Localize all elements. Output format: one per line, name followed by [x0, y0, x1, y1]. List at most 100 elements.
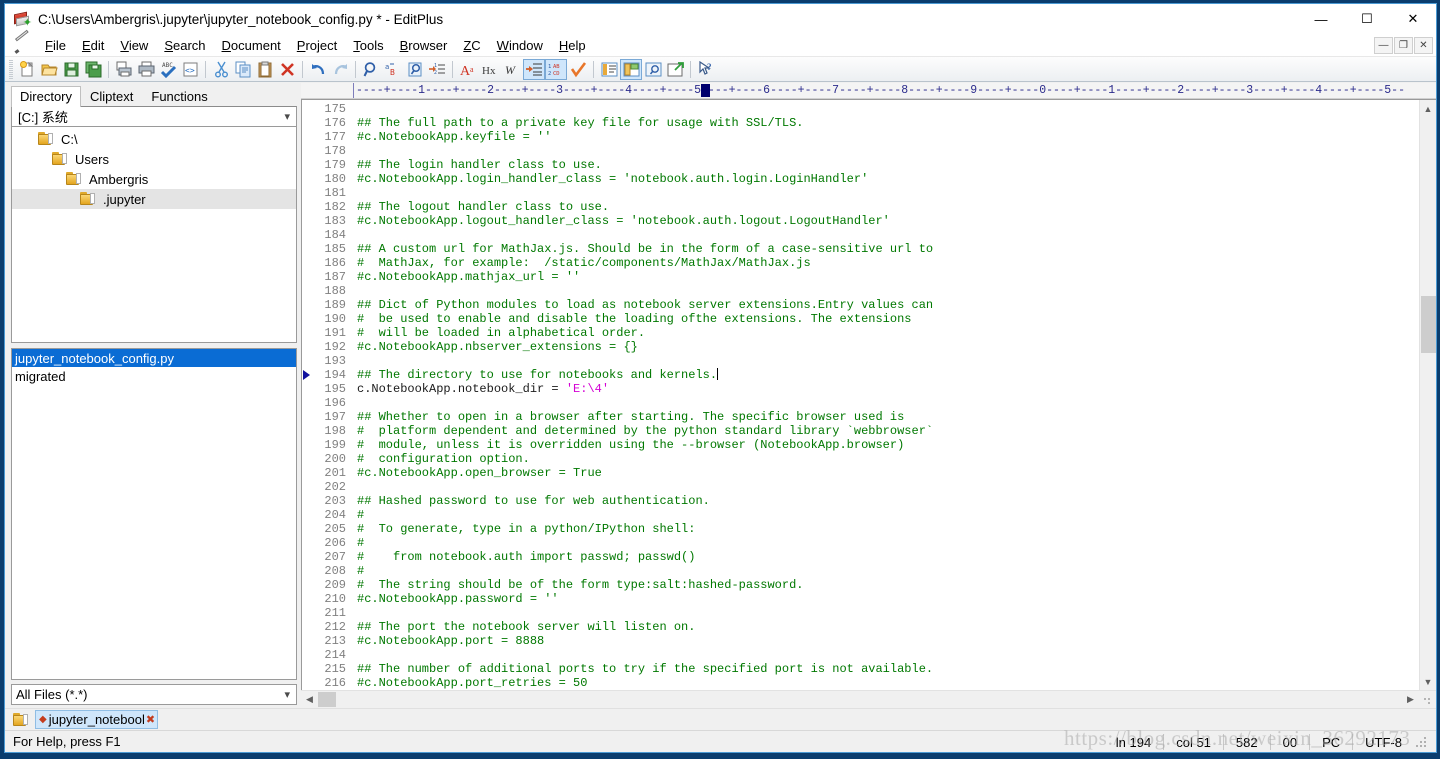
bookmark-cell[interactable] — [302, 494, 311, 508]
bookmark-cell[interactable] — [302, 592, 311, 606]
code-line[interactable]: ## The login handler class to use. — [357, 158, 1419, 172]
code-line[interactable]: ## Hashed password to use for web authen… — [357, 494, 1419, 508]
directory-tree[interactable]: C:\ Users Ambergris .jupyter — [11, 127, 297, 343]
print-icon[interactable] — [135, 59, 157, 80]
find-in-files-icon[interactable] — [404, 59, 426, 80]
code-line[interactable] — [357, 606, 1419, 620]
list-item[interactable]: migrated — [12, 367, 296, 385]
menu-browser[interactable]: Browser — [392, 36, 456, 55]
code-line[interactable] — [357, 284, 1419, 298]
bookmark-cell[interactable] — [302, 522, 311, 536]
code-line[interactable]: #c.NotebookApp.nbserver_extensions = {} — [357, 340, 1419, 354]
code-line[interactable]: # from notebook.auth import passwd; pass… — [357, 550, 1419, 564]
code-line[interactable] — [357, 186, 1419, 200]
bookmark-cell[interactable] — [302, 284, 311, 298]
code-line[interactable]: #c.NotebookApp.keyfile = '' — [357, 130, 1419, 144]
bookmark-cell[interactable] — [302, 130, 311, 144]
bookmark-cell[interactable] — [302, 508, 311, 522]
toggle-directory-icon[interactable] — [620, 58, 642, 80]
open-file-icon[interactable] — [38, 59, 60, 80]
vertical-scrollbar[interactable]: ▲ ▼ — [1419, 100, 1436, 690]
save-icon[interactable] — [60, 59, 82, 80]
bookmark-cell[interactable] — [302, 550, 311, 564]
window-close-button[interactable]: ✕ — [1390, 4, 1436, 34]
bookmark-cell[interactable] — [302, 298, 311, 312]
code-line[interactable]: ## Whether to open in a browser after st… — [357, 410, 1419, 424]
bookmark-cell[interactable] — [302, 410, 311, 424]
code-line[interactable]: c.NotebookApp.notebook_dir = 'E:\4' — [357, 382, 1419, 396]
code-line[interactable]: ## The directory to use for notebooks an… — [357, 368, 1419, 382]
window-minimize-button[interactable]: — — [1298, 4, 1344, 34]
spell-check-icon[interactable]: ABC — [157, 59, 179, 80]
replace-icon[interactable]: aB — [382, 59, 404, 80]
bookmark-cell[interactable] — [302, 200, 311, 214]
bookmark-cell[interactable] — [302, 466, 311, 480]
code-line[interactable]: # be used to enable and disable the load… — [357, 312, 1419, 326]
bookmark-cell[interactable] — [302, 242, 311, 256]
menu-edit[interactable]: Edit — [74, 36, 112, 55]
code-line[interactable]: # — [357, 564, 1419, 578]
bookmark-cell[interactable] — [302, 452, 311, 466]
bookmark-cell[interactable] — [302, 620, 311, 634]
bookmark-gutter[interactable] — [302, 100, 311, 690]
bookmark-cell[interactable] — [302, 256, 311, 270]
bookmark-cell[interactable] — [302, 354, 311, 368]
vertical-scrollbar-thumb[interactable] — [1421, 296, 1436, 353]
tree-item-c-drive[interactable]: C:\ — [12, 129, 296, 149]
paste-icon[interactable] — [254, 59, 276, 80]
chevron-up-icon[interactable]: ▲ — [1420, 100, 1436, 117]
bookmark-cell[interactable] — [302, 382, 311, 396]
drive-select[interactable]: [C:] 系统 ▾ — [11, 106, 297, 127]
toolbar-grip[interactable] — [9, 59, 13, 79]
mdi-restore-button[interactable]: ❐ — [1394, 37, 1413, 54]
bookmark-cell[interactable] — [302, 326, 311, 340]
copy-icon[interactable] — [232, 59, 254, 80]
chevron-left-icon[interactable]: ◀ — [301, 691, 318, 708]
code-line[interactable] — [357, 648, 1419, 662]
chevron-down-icon[interactable]: ▼ — [1420, 673, 1436, 690]
word-wrap-icon[interactable]: W — [501, 59, 523, 80]
code-line[interactable] — [357, 102, 1419, 116]
horizontal-scrollbar-thumb[interactable] — [318, 692, 336, 707]
code-line[interactable]: ## A custom url for MathJax.js. Should b… — [357, 242, 1419, 256]
code-line[interactable]: # To generate, type in a python/IPython … — [357, 522, 1419, 536]
line-numbers-icon[interactable]: 1 2 AB CD — [545, 58, 567, 80]
mdi-minimize-button[interactable]: — — [1374, 37, 1393, 54]
code-line[interactable]: #c.NotebookApp.logout_handler_class = 'n… — [357, 214, 1419, 228]
close-icon[interactable]: ✖ — [146, 713, 155, 726]
menu-help[interactable]: Help — [551, 36, 594, 55]
undo-icon[interactable] — [307, 59, 329, 80]
bookmark-cell[interactable] — [302, 480, 311, 494]
code-line[interactable]: #c.NotebookApp.open_browser = True — [357, 466, 1419, 480]
bookmark-cell[interactable] — [302, 186, 311, 200]
code-line[interactable]: ## The port the notebook server will lis… — [357, 620, 1419, 634]
code-line[interactable]: ## The full path to a private key file f… — [357, 116, 1419, 130]
redo-icon[interactable] — [329, 59, 351, 80]
menu-file[interactable]: File — [37, 36, 74, 55]
bookmark-cell[interactable] — [302, 662, 311, 676]
code-line[interactable]: # will be loaded in alphabetical order. — [357, 326, 1419, 340]
bookmark-cell[interactable] — [302, 172, 311, 186]
find-icon[interactable] — [360, 59, 382, 80]
bookmark-cell[interactable] — [302, 564, 311, 578]
print-preview-icon[interactable] — [113, 59, 135, 80]
output-window-icon[interactable] — [598, 59, 620, 80]
bookmark-cell[interactable] — [302, 214, 311, 228]
bookmark-cell[interactable] — [302, 578, 311, 592]
menu-window[interactable]: Window — [489, 36, 551, 55]
tab-functions[interactable]: Functions — [142, 86, 216, 107]
file-filter-select[interactable]: All Files (*.*) ▾ — [11, 684, 297, 705]
code-line[interactable]: ## The number of additional ports to try… — [357, 662, 1419, 676]
code-line[interactable] — [357, 144, 1419, 158]
code-line[interactable]: # MathJax, for example: /static/componen… — [357, 256, 1419, 270]
tab-directory[interactable]: Directory — [11, 86, 82, 107]
bookmark-cell[interactable] — [302, 634, 311, 648]
list-item[interactable]: jupyter_notebook_config.py — [12, 349, 296, 367]
document-selector-icon[interactable] — [642, 59, 664, 80]
code-line[interactable] — [357, 228, 1419, 242]
bookmark-cell[interactable] — [302, 228, 311, 242]
menu-tools[interactable]: Tools — [345, 36, 391, 55]
bookmark-cell[interactable] — [302, 536, 311, 550]
font-icon[interactable]: Aa — [457, 59, 479, 80]
bookmark-cell[interactable] — [302, 368, 311, 382]
